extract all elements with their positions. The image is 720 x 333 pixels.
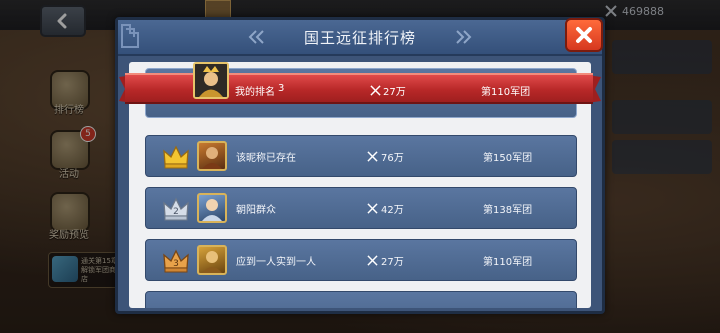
hero-portrait-icon (202, 251, 222, 273)
crossed-swords-icon (370, 85, 381, 96)
player-avatar (197, 245, 227, 275)
player-name: 该昵称已存在 (236, 153, 296, 164)
player-name: 朝阳群众 (236, 205, 276, 216)
player-legion: 第110军团 (483, 257, 533, 268)
player-power: 27万 (381, 257, 404, 268)
medal-rank-number: 3 (173, 259, 179, 269)
crossed-swords-icon (367, 255, 378, 266)
dialog-title: 国王远征排行榜 (303, 29, 416, 47)
player-name: 应到一人实到一人 (236, 257, 316, 268)
player-power: 76万 (381, 153, 404, 164)
player-legion: 第138军团 (483, 205, 533, 216)
hero-portrait-icon (202, 147, 222, 169)
rank-row-1[interactable]: 该昵称已存在 76万 第150军团 (145, 135, 577, 177)
close-x-icon (576, 27, 592, 43)
my-rank-banner: 我的排名 3 27万 第110军团 (119, 61, 601, 117)
player-avatar (197, 141, 227, 171)
rank-row-3[interactable]: 3 应到一人实到一人 27万 第110军团 (145, 239, 577, 281)
player-avatar (197, 193, 227, 223)
my-rank-label: 我的排名 (235, 87, 275, 98)
rank-row-partial[interactable] (145, 291, 577, 308)
crossed-swords-icon (367, 151, 378, 162)
rank-row-2[interactable]: 2 朝阳群众 42万 第138军团 (145, 187, 577, 229)
player-power: 42万 (381, 205, 404, 216)
my-rank-number: 3 (278, 83, 285, 94)
my-legion: 第110军团 (481, 87, 531, 98)
medal-rank-number: 2 (173, 207, 179, 217)
hero-portrait-icon (195, 64, 227, 97)
silver-crown-icon: 2 (163, 197, 189, 221)
player-legion: 第150军团 (483, 153, 533, 164)
double-right-arrow-icon (456, 30, 472, 44)
close-button[interactable] (565, 18, 603, 52)
hero-portrait-icon (202, 199, 222, 221)
crossed-swords-icon (367, 203, 378, 214)
gold-crown-icon (163, 145, 189, 169)
my-power: 27万 (383, 87, 406, 98)
dialog-header: 国王远征排行榜 (118, 20, 602, 56)
bronze-crown-icon: 3 (163, 249, 189, 273)
my-avatar (193, 62, 229, 99)
